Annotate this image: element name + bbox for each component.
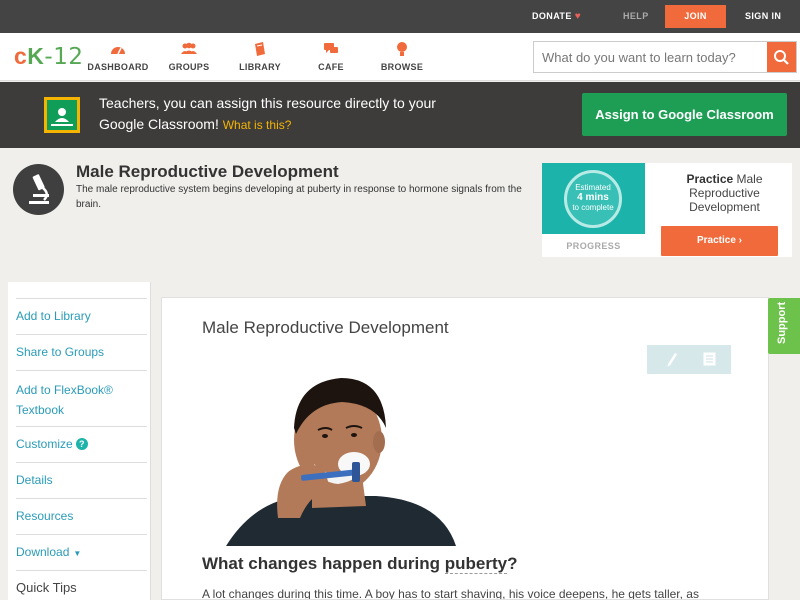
progress-label: PROGRESS: [566, 241, 621, 251]
sidebar-add-to-flexbook[interactable]: Add to FlexBook® Textbook: [16, 370, 147, 420]
top-bar: DONATE ♥ HELP JOIN SIGN IN: [0, 0, 800, 33]
sidebar-add-to-library[interactable]: Add to Library: [16, 298, 147, 324]
nav-browse-label: BROWSE: [380, 62, 424, 72]
search-box: [533, 41, 797, 73]
practice-card: Estimated 4 mins to complete PROGRESS Pr…: [542, 163, 792, 257]
google-classroom-banner: Teachers, you can assign this resource d…: [0, 82, 800, 148]
practice-button[interactable]: Practice ›: [661, 226, 778, 256]
search-button[interactable]: [767, 42, 796, 72]
practice-title: Practice Male Reproductive Development: [672, 172, 777, 214]
what-is-this-link[interactable]: What is this?: [223, 118, 292, 132]
join-button[interactable]: JOIN: [665, 5, 726, 28]
ck12-logo[interactable]: cK-12: [14, 43, 84, 70]
groups-icon: [181, 42, 197, 54]
search-icon: [774, 50, 789, 65]
heading-question-mark: ?: [507, 554, 518, 573]
nav-dashboard[interactable]: DASHBOARD: [83, 41, 153, 72]
page-description: The male reproductive system begins deve…: [76, 184, 522, 210]
caret-down-icon: ▼: [73, 549, 82, 558]
pencil-icon[interactable]: [665, 351, 679, 367]
nav-dashboard-label: DASHBOARD: [87, 62, 149, 72]
sidebar-resources[interactable]: Resources: [16, 498, 147, 524]
support-tab[interactable]: Support: [768, 298, 800, 354]
support-tab-label: Support: [776, 301, 788, 344]
to-complete-label: to complete: [572, 203, 614, 212]
notes-icon[interactable]: [703, 352, 716, 366]
dashboard-icon: [111, 47, 125, 55]
logo-12: -12: [44, 44, 84, 70]
section-paragraph: A lot changes during this time. A boy ha…: [202, 587, 699, 600]
nav-groups-label: GROUPS: [168, 62, 210, 72]
customize-label: Customize: [16, 437, 73, 451]
donate-link[interactable]: DONATE ♥: [532, 0, 581, 33]
sidebar-share-to-groups[interactable]: Share to Groups: [16, 334, 147, 360]
sidebar: Add to Library Share to Groups Add to Fl…: [8, 282, 151, 600]
sidebar-download[interactable]: Download ▼: [16, 534, 147, 562]
sidebar-quick-tips[interactable]: Quick Tips: [16, 570, 147, 596]
google-classroom-icon: [44, 97, 80, 133]
practice-thumbnail[interactable]: Estimated 4 mins to complete: [542, 163, 645, 234]
content-panel: Male Reproductive Development What chang…: [161, 297, 769, 600]
heart-icon: ♥: [574, 11, 582, 22]
heading-text: What changes happen during: [202, 554, 445, 573]
practice-title-bold: Practice: [686, 172, 734, 186]
search-input[interactable]: [534, 42, 768, 72]
logo-k: K: [27, 43, 45, 69]
page-title: Male Reproductive Development: [76, 162, 339, 181]
puberty-term-link[interactable]: puberty: [444, 554, 508, 574]
logo-c: c: [14, 43, 28, 69]
content-title: Male Reproductive Development: [202, 318, 449, 337]
nav-groups[interactable]: GROUPS: [154, 41, 224, 72]
content-tools: [647, 345, 731, 374]
nav-library[interactable]: LIBRARY: [225, 41, 295, 72]
main-nav: cK-12 DASHBOARD GROUPS LIBRARY CAFE BROW…: [0, 33, 800, 81]
assign-to-google-classroom-button[interactable]: Assign to Google Classroom: [582, 93, 787, 136]
estimated-minutes: 4 mins: [577, 192, 609, 203]
nav-browse[interactable]: BROWSE: [367, 41, 437, 72]
help-link[interactable]: HELP: [623, 0, 649, 33]
nav-library-label: LIBRARY: [239, 62, 281, 72]
section-heading: What changes happen during puberty?: [202, 554, 517, 574]
practice-button-label: Practice: [696, 235, 736, 246]
help-icon[interactable]: ?: [75, 438, 88, 450]
cafe-icon: [324, 43, 338, 53]
nav-cafe-label: CAFE: [318, 62, 344, 72]
library-icon: [255, 42, 265, 56]
sign-in-link[interactable]: SIGN IN: [745, 0, 781, 33]
boy-shaving-photo: [226, 378, 456, 546]
donate-label: DONATE: [532, 11, 572, 21]
nav-cafe[interactable]: CAFE: [296, 41, 366, 72]
browse-icon: [397, 42, 407, 56]
chevron-right-icon: ›: [738, 235, 743, 246]
sidebar-customize[interactable]: Customize?: [16, 426, 147, 452]
estimate-circle: Estimated 4 mins to complete: [564, 170, 622, 228]
sidebar-details[interactable]: Details: [16, 462, 147, 488]
classroom-message: Teachers, you can assign this resource d…: [99, 93, 479, 136]
estimated-label: Estimated: [575, 183, 611, 192]
microscope-icon: [13, 164, 64, 215]
download-label: Download: [16, 545, 70, 559]
